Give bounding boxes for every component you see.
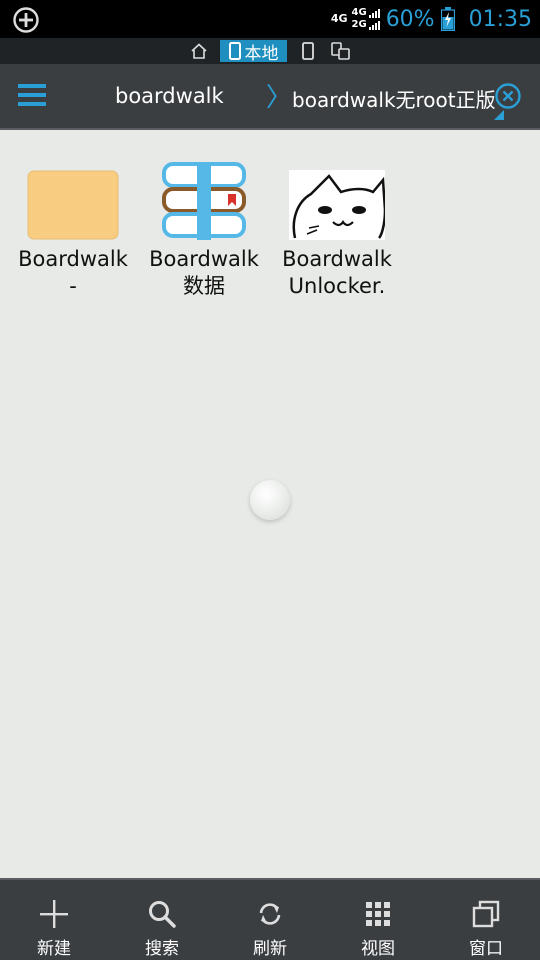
devices-icon [331, 42, 350, 60]
signal-bars-icon [368, 21, 380, 30]
toolbar: boardwalk 〉 boardwalk无root正版 [0, 64, 540, 130]
chevron-right-icon: 〉 [266, 83, 293, 113]
status-right: 4G 4G 2G 60% 01:35 [331, 4, 532, 34]
books-icon [156, 150, 252, 240]
refresh-label: 刷新 [253, 939, 287, 959]
refresh-icon [259, 903, 281, 925]
grid-view-icon [366, 902, 390, 926]
cat-image-icon [289, 150, 385, 240]
close-circle-icon[interactable] [494, 82, 522, 110]
file-name: Boardwalk 数据 [149, 247, 259, 298]
loading-spinner [250, 480, 290, 520]
add-circle-icon [13, 7, 39, 33]
home-icon [191, 43, 207, 59]
dropdown-corner-icon [493, 110, 504, 120]
folder-icon [25, 150, 121, 240]
local-storage-tab[interactable]: 本地 [220, 40, 287, 64]
network-bottom-label: 2G [351, 19, 367, 30]
battery-percent: 60% [385, 6, 435, 32]
page-title: boardwalk [115, 84, 224, 108]
window-button[interactable]: 窗口 [432, 880, 540, 960]
remote-devices-button[interactable] [330, 40, 352, 62]
view-label: 视图 [361, 939, 395, 959]
phone-icon [302, 42, 314, 60]
view-button[interactable]: 视图 [324, 880, 432, 960]
file-name: Boardwalk Unlocker. [282, 247, 392, 298]
new-button[interactable]: 新建 [0, 880, 108, 960]
home-button[interactable] [188, 40, 210, 62]
signal-bars-icon [368, 9, 380, 18]
clock: 01:35 [468, 6, 532, 32]
breadcrumb[interactable]: 〉 boardwalk无root正版 [266, 82, 504, 120]
search-label: 搜索 [145, 939, 179, 959]
window-label: 窗口 [469, 939, 503, 959]
device-button[interactable] [298, 40, 318, 62]
bottom-action-bar: 新建 搜索 刷新 视图 窗口 [0, 878, 540, 960]
file-item[interactable]: Boardwalk Unlocker. [272, 150, 402, 300]
refresh-button[interactable]: 刷新 [216, 880, 324, 960]
location-bar: 本地 [0, 38, 540, 64]
phone-icon [228, 42, 241, 60]
windows-icon [472, 900, 500, 928]
file-item[interactable]: Boardwalk 数据 [139, 150, 269, 300]
battery-charging-icon [440, 7, 455, 31]
network-top-label: 4G [351, 7, 367, 18]
network-indicator: 4G 4G 2G [331, 8, 380, 30]
new-label: 新建 [37, 939, 71, 959]
breadcrumb-label: boardwalk无root正版 [292, 87, 496, 112]
file-name: Boardwalk - [18, 247, 128, 298]
status-bar: 4G 4G 2G 60% 01:35 [0, 0, 540, 38]
file-item[interactable]: Boardwalk - [8, 150, 138, 300]
local-storage-label: 本地 [244, 43, 279, 64]
menu-button[interactable] [18, 84, 46, 108]
hamburger-icon [18, 84, 46, 88]
network-side-label: 4G [330, 12, 348, 25]
search-button[interactable]: 搜索 [108, 880, 216, 960]
search-icon [149, 901, 176, 928]
plus-icon [40, 900, 68, 928]
